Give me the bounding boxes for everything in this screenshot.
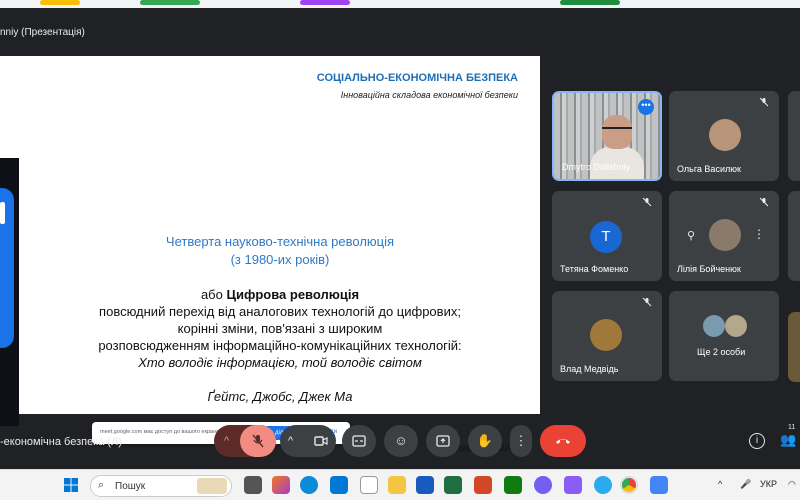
present-button[interactable]	[426, 425, 460, 457]
copilot-icon[interactable]	[272, 476, 290, 494]
word-icon[interactable]	[416, 476, 434, 494]
more-options-icon[interactable]: •••	[638, 99, 654, 115]
telegram-icon[interactable]	[594, 476, 612, 494]
slide-heading-1: Четверта науково-технічна революція	[165, 234, 395, 249]
abo-prefix: або	[200, 287, 227, 302]
viber-icon[interactable]	[534, 476, 552, 494]
mic-off-icon	[640, 297, 654, 311]
participant-tile-partial	[788, 191, 800, 281]
avatar	[709, 219, 741, 251]
raise-hand-button[interactable]: ✋	[468, 425, 502, 457]
chrome-icon[interactable]	[620, 476, 638, 494]
mic-off-icon	[757, 197, 771, 211]
language-indicator[interactable]: УКР	[760, 479, 777, 489]
more-options-button[interactable]: ⋮	[510, 425, 532, 457]
mic-options-chevron-icon[interactable]: ^	[224, 425, 229, 457]
mic-off-icon	[640, 197, 654, 211]
people-icon[interactable]: 👥	[780, 432, 796, 448]
mic-off-button[interactable]	[240, 425, 276, 457]
task-view-icon[interactable]	[244, 476, 262, 494]
abo-bold: Цифрова революція	[226, 287, 360, 302]
app-icon[interactable]	[650, 476, 668, 494]
participant-name: Ольга Василюк	[677, 164, 741, 174]
search-label: Пошук	[115, 481, 146, 492]
pin-icon[interactable]: ⚲	[687, 229, 695, 242]
participant-tile-others[interactable]: Ще 2 особи	[669, 291, 779, 381]
wifi-icon[interactable]: ◠	[788, 479, 796, 490]
hand-icon: ✋	[476, 433, 494, 448]
search-highlight-image	[197, 478, 227, 494]
search-icon: ⌕	[98, 479, 105, 491]
captions-button[interactable]	[342, 425, 376, 457]
camera-options-chevron-icon[interactable]: ^	[288, 425, 293, 457]
avatar	[709, 119, 741, 151]
slide-body-line-3: корінні зміни, пов'язані з широким	[177, 321, 383, 336]
meeting-info-icon[interactable]: i	[749, 433, 765, 449]
excel-icon[interactable]	[444, 476, 462, 494]
participants-count: 11	[788, 424, 796, 431]
teamviewer-icon[interactable]	[330, 476, 348, 494]
tray-chevron-icon[interactable]: ^	[718, 479, 722, 489]
powerpoint-icon[interactable]	[474, 476, 492, 494]
slide-body-line-5: Хто володіє інформацією, той володіє сві…	[138, 355, 422, 370]
participant-tile-partial	[788, 91, 800, 181]
xbox-icon[interactable]	[504, 476, 522, 494]
avatar	[703, 315, 725, 337]
slide-body-line-4: розповсюдженням інформаційно-комунікацій…	[98, 338, 462, 353]
hang-up-icon	[556, 439, 570, 444]
mic-control-group: ^	[214, 425, 276, 457]
file-explorer-icon[interactable]	[388, 476, 406, 494]
participant-tile-self[interactable]: ••• Dmytro Dolishniy	[552, 91, 662, 181]
participant-tile[interactable]: Ольга Василюк	[669, 91, 779, 181]
meeting-title: -економічна безпека (Л)	[0, 436, 122, 448]
notepad-icon[interactable]	[360, 476, 378, 494]
taskbar-search[interactable]: ⌕ Пошук	[90, 475, 232, 497]
participant-name: Лілія Бойченюк	[677, 264, 741, 274]
start-button[interactable]	[64, 478, 78, 492]
participant-name: Тетяна Фоменко	[560, 264, 629, 274]
participant-tile[interactable]: T Тетяна Фоменко	[552, 191, 662, 281]
slide-header-title: СОЦІАЛЬНО-ЕКОНОМІЧНА БЕЗПЕКА	[316, 72, 518, 84]
reactions-button[interactable]: ☺	[384, 425, 418, 457]
browser-top-strip	[0, 0, 800, 8]
avatar	[725, 315, 747, 337]
share-bar-text: meet.google.com має доступ до вашого екр…	[100, 429, 220, 435]
slide-heading-2: (з 1980-их років)	[230, 252, 330, 267]
participant-name: Влад Медвідь	[560, 364, 619, 374]
more-vert-icon: ⋮	[514, 433, 528, 448]
slide-names: Ґейтс, Джобс, Джек Ма	[207, 389, 353, 404]
shared-slide: СОЦІАЛЬНО-ЕКОНОМІЧНА БЕЗПЕКА Інноваційна…	[0, 56, 540, 453]
others-label: Ще 2 особи	[697, 347, 746, 357]
more-options-icon[interactable]: ⋮	[753, 227, 765, 241]
avatar: T	[590, 221, 622, 253]
avatar	[590, 319, 622, 351]
slide-header-subtitle: Інноваційна складова економічної безпеки	[340, 90, 518, 100]
edge-icon[interactable]	[300, 476, 318, 494]
participant-tile-partial	[788, 312, 800, 382]
mic-off-icon	[757, 97, 771, 111]
app-icon[interactable]	[564, 476, 582, 494]
windows-taskbar: ⌕ Пошук ^ 🎤 УКР ◠	[0, 469, 800, 500]
slide-body-line-2: повсюдний перехід від аналогових техноло…	[99, 304, 461, 319]
participant-name: Dmytro Dolishniy	[562, 162, 631, 172]
present-icon	[436, 435, 450, 447]
leave-call-button[interactable]	[540, 425, 586, 457]
presentation-title: nniy (Презентація)	[0, 27, 85, 38]
slide-body-line-1: або Цифрова революція	[30, 286, 530, 303]
participant-tile[interactable]: ⚲ ⋮ Лілія Бойченюк	[669, 191, 779, 281]
sidebar-widget	[0, 158, 19, 426]
participant-tile[interactable]: Влад Медвідь	[552, 291, 662, 381]
camera-button[interactable]	[306, 425, 336, 459]
microphone-icon[interactable]: 🎤	[740, 479, 751, 490]
camera-control-group: ^	[280, 425, 336, 457]
captions-icon	[352, 435, 366, 447]
emoji-icon: ☺	[394, 433, 408, 448]
